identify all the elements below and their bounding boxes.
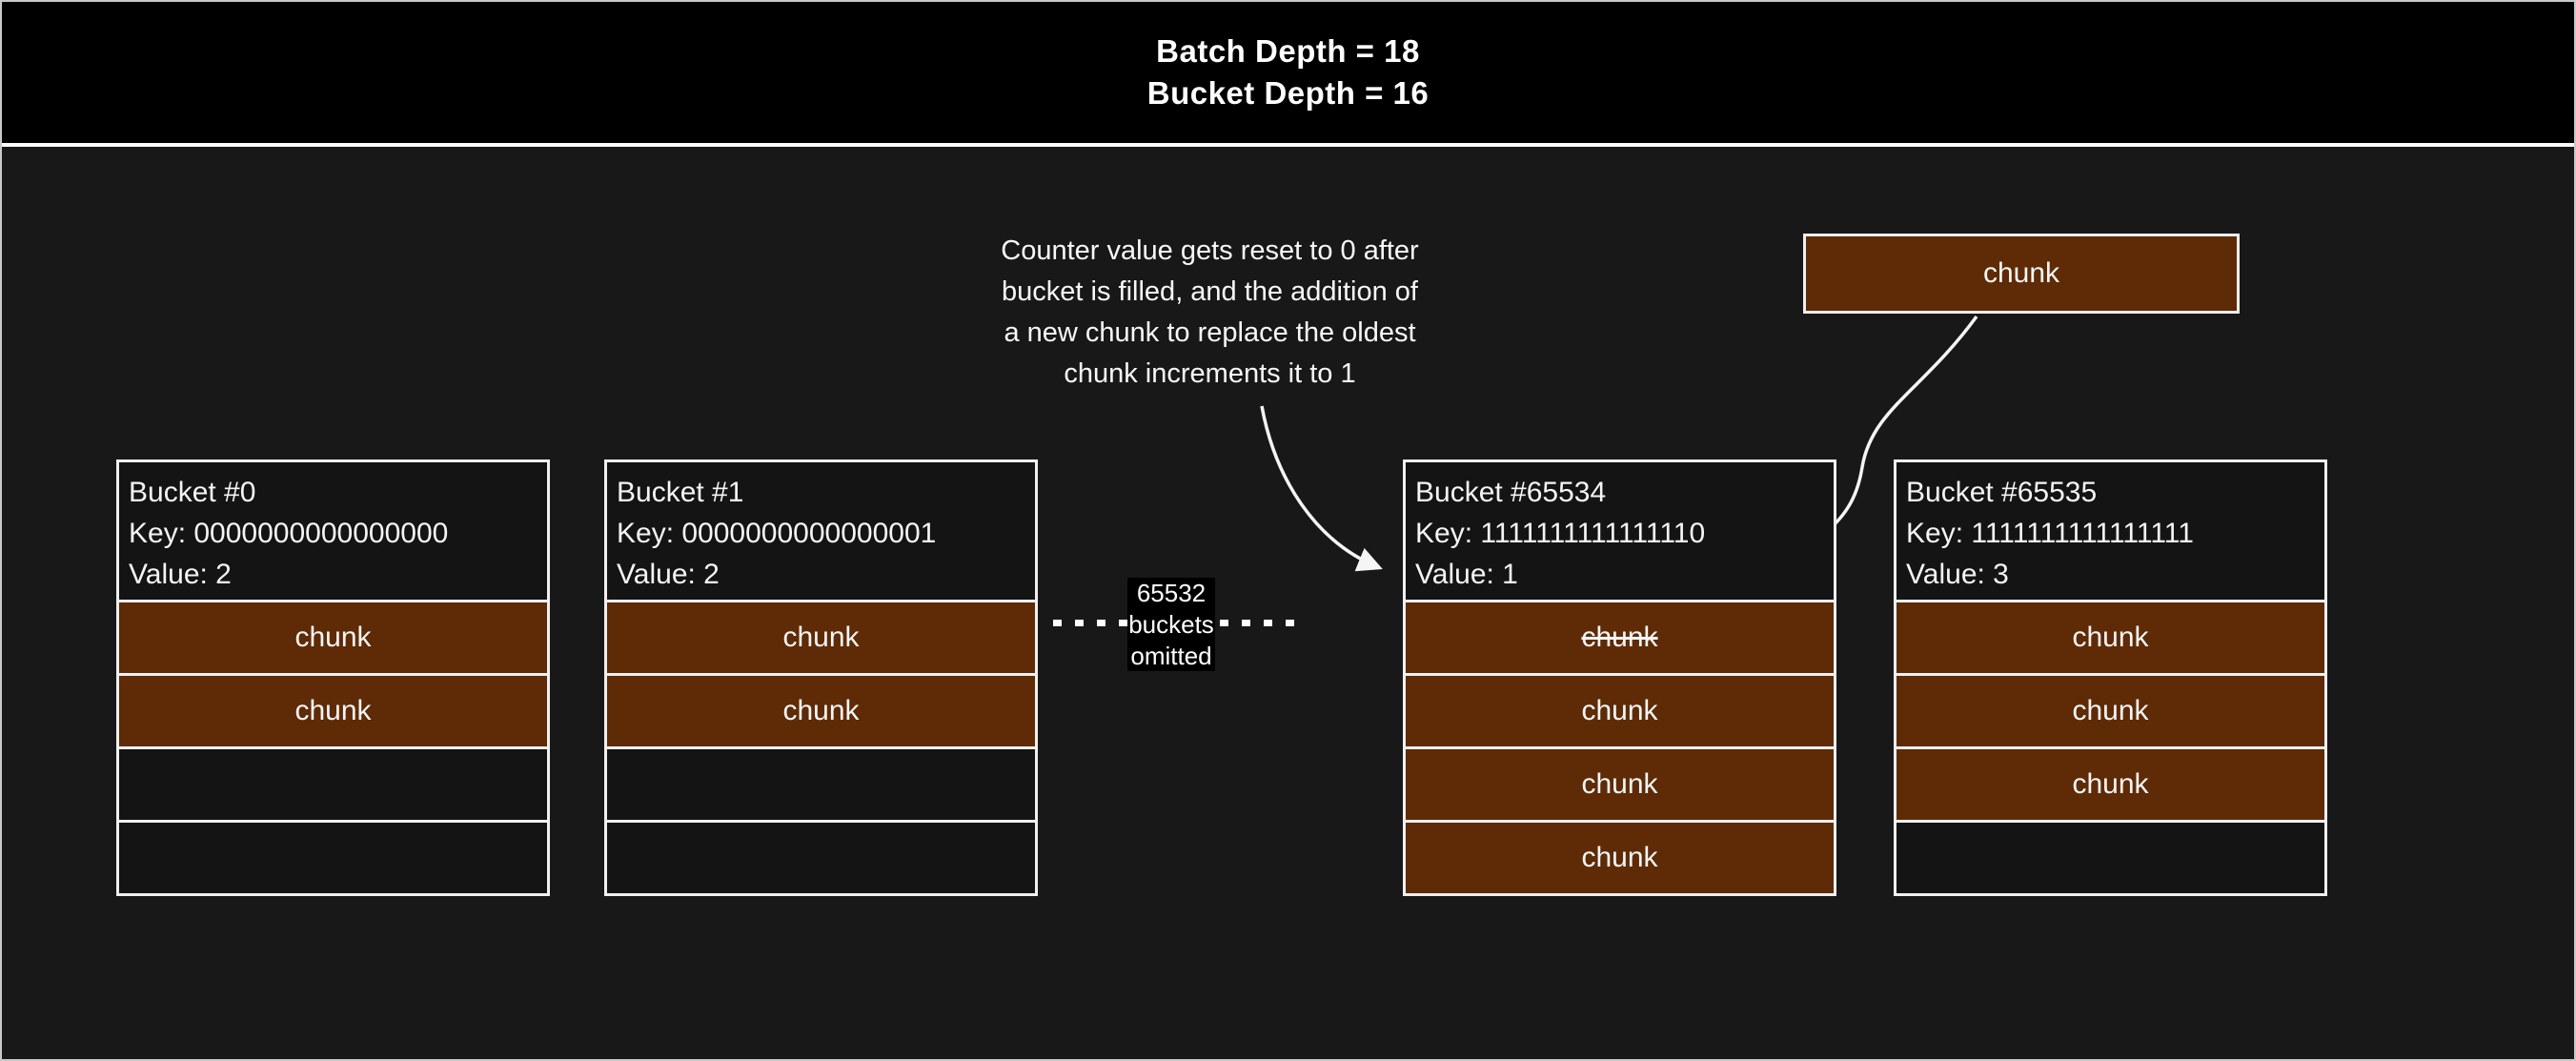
bucket-value: Value: 1: [1415, 554, 1824, 595]
chunk-slot: chunk: [1403, 673, 1836, 749]
chunk-slot: [1894, 820, 2327, 896]
chunk-slot: [116, 820, 550, 896]
chunk-slot: chunk: [116, 673, 550, 749]
chunk-slot: chunk: [1894, 600, 2327, 676]
annotation-line: a new chunk to replace the oldest: [931, 313, 1489, 354]
ellipsis-dots-left: [1053, 620, 1127, 626]
chunk-slot: chunk: [1894, 746, 2327, 823]
bucket-value: Value: 2: [617, 554, 1025, 595]
chunk-slot: chunk: [604, 600, 1038, 676]
bucket-value: Value: 3: [1906, 554, 2315, 595]
omitted-line: omitted: [1130, 641, 1211, 672]
chunk-slot: [604, 746, 1038, 823]
bucket-value: Value: 2: [129, 554, 538, 595]
incoming-chunk-label: chunk: [1983, 257, 2059, 290]
omitted-buckets-label: 65532 buckets omitted: [1127, 578, 1215, 671]
bucket-key: Key: 0000000000000000: [129, 513, 538, 554]
chunk-slot: [116, 746, 550, 823]
annotation-line: bucket is filled, and the addition of: [931, 272, 1489, 313]
chunk-slot: chunk: [116, 600, 550, 676]
bucket-key: Key: 1111111111111111: [1906, 513, 2315, 554]
annotation-line: Counter value gets reset to 0 after: [931, 231, 1489, 272]
dot: [1075, 620, 1084, 626]
chunk-slot: chunk: [1403, 820, 1836, 896]
bucket-header: Bucket #0 Key: 0000000000000000 Value: 2: [116, 459, 550, 602]
arrow-annotation-to-bucket65534: [1262, 406, 1378, 567]
incoming-chunk-box: chunk: [1803, 234, 2240, 314]
bucket-1: Bucket #1 Key: 0000000000000001 Value: 2…: [604, 459, 1038, 896]
dot: [1097, 620, 1105, 626]
bucket-title: Bucket #65534: [1415, 472, 1824, 513]
bucket-header: Bucket #1 Key: 0000000000000001 Value: 2: [604, 459, 1038, 602]
bucket-65534: Bucket #65534 Key: 1111111111111110 Valu…: [1403, 459, 1836, 896]
bucket-0: Bucket #0 Key: 0000000000000000 Value: 2…: [116, 459, 550, 896]
dot: [1220, 620, 1228, 626]
dot: [1286, 620, 1294, 626]
bucket-key: Key: 1111111111111110: [1415, 513, 1824, 554]
bucket-key: Key: 0000000000000001: [617, 513, 1025, 554]
chunk-slot: chunk: [1403, 746, 1836, 823]
chunk-slot-oldest: chunk: [1403, 600, 1836, 676]
bucket-65535: Bucket #65535 Key: 1111111111111111 Valu…: [1894, 459, 2327, 896]
dot: [1053, 620, 1062, 626]
annotation-text: Counter value gets reset to 0 after buck…: [931, 231, 1489, 395]
diagram-canvas: Batch Depth = 18 Bucket Depth = 16 Count…: [0, 0, 2576, 1061]
chunk-slot: [604, 820, 1038, 896]
chunk-slot: chunk: [604, 673, 1038, 749]
batch-depth-label: Batch Depth = 18: [1156, 31, 1420, 71]
bucket-title: Bucket #1: [617, 472, 1025, 513]
bucket-header: Bucket #65534 Key: 1111111111111110 Valu…: [1403, 459, 1836, 602]
bucket-title: Bucket #65535: [1906, 472, 2315, 513]
bucket-title: Bucket #0: [129, 472, 538, 513]
annotation-line: chunk increments it to 1: [931, 354, 1489, 395]
bucket-header: Bucket #65535 Key: 1111111111111111 Valu…: [1894, 459, 2327, 602]
dot: [1242, 620, 1250, 626]
chunk-slot: chunk: [1894, 673, 2327, 749]
ellipsis-dots-right: [1220, 620, 1294, 626]
omitted-line: buckets: [1128, 609, 1214, 641]
dot: [1264, 620, 1272, 626]
omitted-line: 65532: [1137, 578, 1206, 609]
dot: [1119, 620, 1127, 626]
bucket-depth-label: Bucket Depth = 16: [1147, 73, 1430, 113]
header-bar: Batch Depth = 18 Bucket Depth = 16: [2, 2, 2574, 147]
